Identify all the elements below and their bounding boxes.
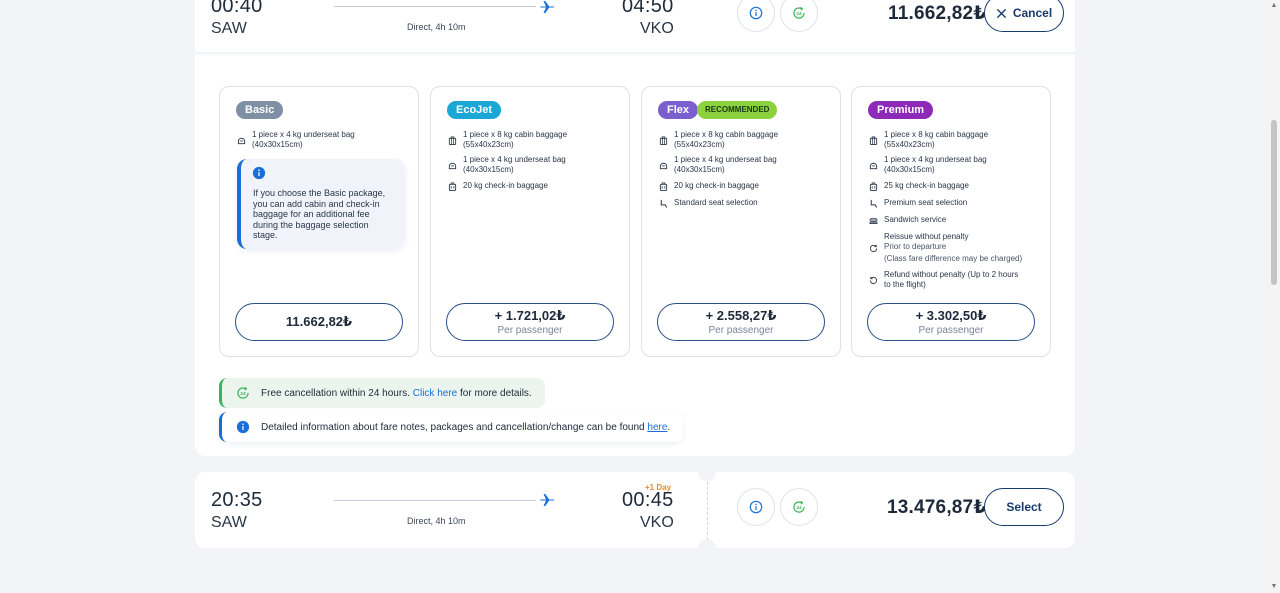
cancel-button-label: Cancel xyxy=(1012,6,1053,20)
underseat-bag-icon xyxy=(869,162,878,170)
package-price: 11.662,82₺ xyxy=(285,314,353,329)
basic-info-text: If you choose the Basic package, you can… xyxy=(253,188,386,241)
checkin-bag-icon xyxy=(448,182,457,191)
24h-cancel-icon: 24 xyxy=(793,500,805,513)
24h-cancel-icon: 24 xyxy=(793,6,805,19)
feature-checkin-bag: 25 kg check-in baggage xyxy=(869,181,1044,191)
arrival-airport: VKO xyxy=(640,514,674,531)
feature-seat-selection: Premium seat selection xyxy=(869,198,1044,208)
checkin-bag-icon xyxy=(869,182,878,191)
free-cancellation-notice: 24 Free cancellation within 24 hours. Cl… xyxy=(219,378,545,408)
scroll-up-arrow[interactable]: ▲ xyxy=(1270,2,1278,10)
package-card-ecojet[interactable]: EcoJet 1 piece x 8 kg cabin baggage (55x4… xyxy=(430,86,630,357)
package-card-flex[interactable]: Flex RECOMMENDED 1 piece x 8 kg cabin ba… xyxy=(641,86,841,357)
scroll-thumb[interactable] xyxy=(1271,120,1277,285)
reissue-icon xyxy=(869,244,878,253)
click-here-link[interactable]: Click here xyxy=(413,388,457,399)
package-price: + 2.558,27₺ xyxy=(705,308,777,323)
departure-airport: SAW xyxy=(211,20,247,37)
underseat-bag-icon xyxy=(659,162,668,170)
feature-underseat-bag: 1 piece x 4 kg underseat bag (40x30x15cm) xyxy=(237,130,412,150)
cabin-bag-icon xyxy=(448,136,457,145)
select-button[interactable]: Select xyxy=(984,488,1064,526)
departure-time: 00:40 xyxy=(211,0,263,17)
card-divider xyxy=(195,52,1075,56)
checkin-bag-icon xyxy=(659,182,668,191)
flight-duration: Direct, 4h 10m xyxy=(407,516,466,526)
select-ecojet-button[interactable]: + 1.721,02₺ Per passenger xyxy=(446,303,614,341)
cancel-button[interactable]: Cancel xyxy=(984,0,1064,32)
24h-cancel-icon: 24 xyxy=(237,386,249,399)
close-icon xyxy=(996,8,1006,18)
fare-info-link[interactable]: here xyxy=(647,422,667,433)
per-passenger-label: Per passenger xyxy=(918,325,984,336)
package-card-premium[interactable]: Premium 1 piece x 8 kg cabin baggage (55x… xyxy=(851,86,1051,357)
scrollbar[interactable]: ▲ ▼ xyxy=(1268,0,1280,593)
select-premium-button[interactable]: + 3.302,50₺ Per passenger xyxy=(867,303,1035,341)
ticket-notch-bottom xyxy=(698,539,716,557)
feature-checkin-bag: 20 kg check-in baggage xyxy=(448,181,623,191)
seat-icon xyxy=(660,199,668,208)
per-passenger-label: Per passenger xyxy=(497,325,563,336)
recommended-badge: RECOMMENDED xyxy=(697,101,778,119)
arrival-airport: VKO xyxy=(640,20,674,37)
refund-icon xyxy=(869,276,878,285)
airplane-icon xyxy=(540,494,555,506)
underseat-bag-icon xyxy=(237,137,246,145)
info-icon xyxy=(749,500,763,514)
cabin-bag-icon xyxy=(869,136,878,145)
package-price: + 3.302,50₺ xyxy=(915,308,987,323)
feature-cabin-bag: 1 piece x 8 kg cabin baggage (55x40x23cm) xyxy=(869,130,1044,150)
svg-text:24: 24 xyxy=(240,391,246,397)
svg-text:24: 24 xyxy=(796,505,802,511)
scroll-down-arrow[interactable]: ▼ xyxy=(1270,583,1278,591)
feature-cabin-bag: 1 piece x 8 kg cabin baggage (55x40x23cm) xyxy=(659,130,834,150)
select-basic-button[interactable]: 11.662,82₺ xyxy=(235,303,403,341)
feature-underseat-bag: 1 piece x 4 kg underseat bag (40x30x15cm) xyxy=(659,155,834,175)
fare-info-notice: Detailed information about fare notes, p… xyxy=(219,412,683,442)
route-line xyxy=(334,6,536,7)
flight-duration: Direct, 4h 10m xyxy=(407,22,466,32)
feature-underseat-bag: 1 piece x 4 kg underseat bag (40x30x15cm) xyxy=(869,155,1044,175)
svg-text:24: 24 xyxy=(796,11,802,17)
arrival-time: 04:50 xyxy=(622,0,674,17)
sandwich-icon xyxy=(869,217,878,225)
airplane-icon xyxy=(540,1,555,13)
flight-price: 13.476,87₺ xyxy=(887,497,987,518)
departure-airport: SAW xyxy=(211,514,247,531)
feature-sandwich: Sandwich service xyxy=(869,215,1044,225)
feature-seat-selection: Standard seat selection xyxy=(659,198,834,208)
flight-info-button[interactable] xyxy=(737,488,775,526)
underseat-bag-icon xyxy=(448,162,457,170)
package-price: + 1.721,02₺ xyxy=(494,308,566,323)
route-line xyxy=(334,500,536,501)
feature-reissue: Reissue without penalty Prior to departur… xyxy=(869,232,1044,264)
arrival-time: 00:45 xyxy=(622,489,674,511)
info-icon xyxy=(236,420,250,434)
info-icon xyxy=(749,6,763,20)
per-passenger-label: Per passenger xyxy=(708,325,774,336)
ticket-notch-top xyxy=(698,463,716,481)
departure-time: 20:35 xyxy=(211,489,263,511)
cabin-bag-icon xyxy=(659,136,668,145)
info-icon xyxy=(252,166,266,180)
package-tag-flex: Flex xyxy=(658,101,699,119)
flight-price: 11.662,82₺ xyxy=(888,3,987,24)
basic-info-box: If you choose the Basic package, you can… xyxy=(237,159,405,249)
feature-underseat-bag: 1 piece x 4 kg underseat bag (40x30x15cm) xyxy=(448,155,623,175)
package-tag-ecojet: EcoJet xyxy=(447,101,502,119)
package-card-basic[interactable]: Basic 1 piece x 4 kg underseat bag (40x30… xyxy=(219,86,419,357)
package-tag-premium: Premium xyxy=(868,101,934,119)
select-flex-button[interactable]: + 2.558,27₺ Per passenger xyxy=(657,303,825,341)
feature-cabin-bag: 1 piece x 8 kg cabin baggage (55x40x23cm) xyxy=(448,130,623,150)
seat-icon xyxy=(870,199,878,208)
package-tag-basic: Basic xyxy=(236,101,284,119)
ticket-divider xyxy=(707,482,708,540)
feature-checkin-bag: 20 kg check-in baggage xyxy=(659,181,834,191)
feature-refund: Refund without penalty (Up to 2 hours to … xyxy=(869,270,1044,290)
free-cancel-button[interactable]: 24 xyxy=(780,488,818,526)
